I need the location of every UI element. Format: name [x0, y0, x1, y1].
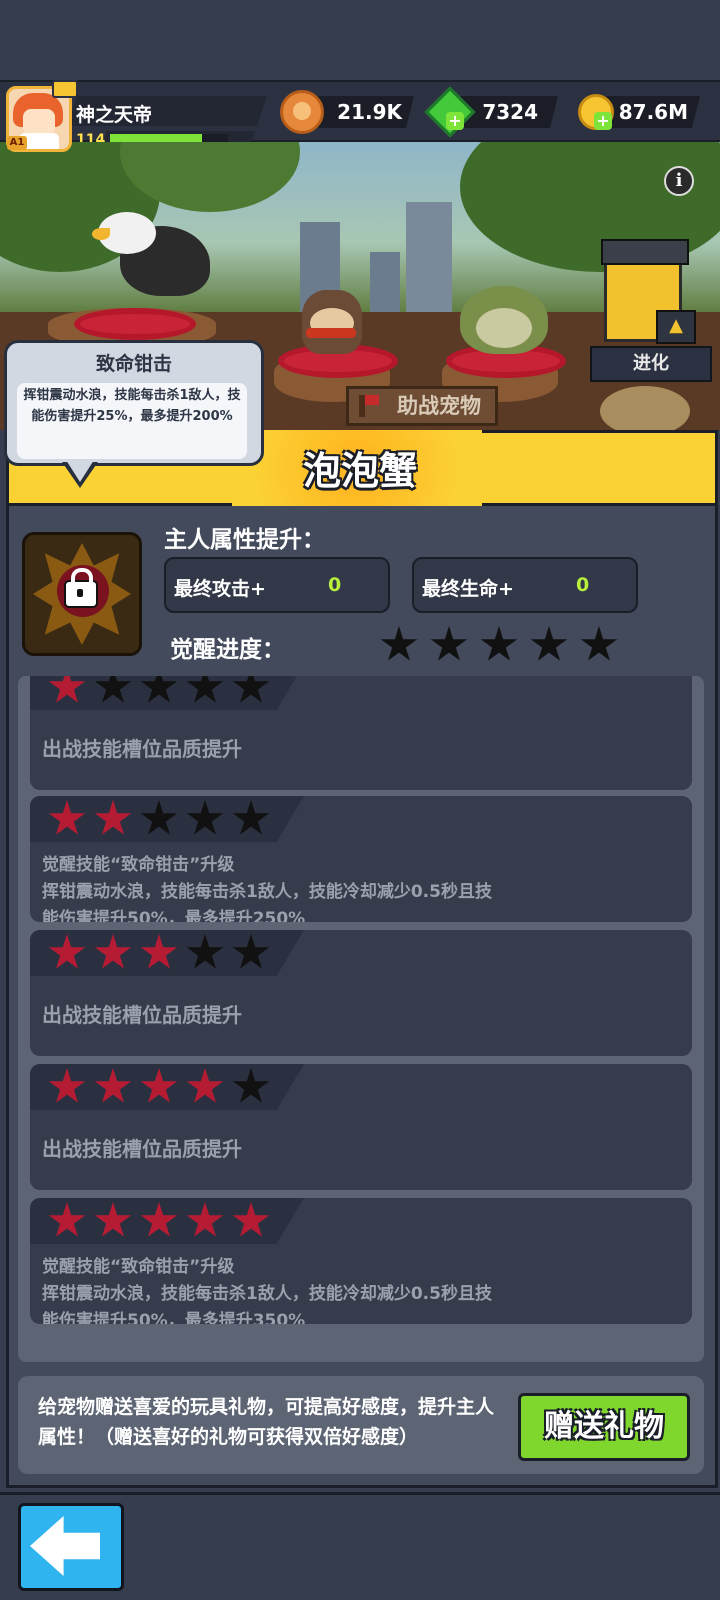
awaken-level-row: 出战技能槽位品质提升 — [30, 930, 692, 1056]
description-line: 觉醒技能“致命钳击”升级 — [42, 855, 235, 875]
eagle-pet[interactable] — [80, 206, 210, 296]
awaken-star-5 — [580, 626, 618, 661]
awaken-level-list[interactable]: 出战技能槽位品质提升 觉醒技能“致命钳击”升级 挥钳震动水浪，技能每击杀1敌人，技能… — [18, 676, 704, 1362]
description-line: 出战技能槽位品质提升 — [42, 1137, 242, 1161]
awaken-level-row: 出战技能槽位品质提升 — [30, 676, 692, 790]
description-line: 出战技能槽位品质提升 — [42, 737, 242, 761]
life-stat-value: 0 — [576, 574, 590, 596]
player-name: 神之天帝 — [76, 104, 153, 126]
description-line: 能伤害提升50%，最多提升350% — [42, 1311, 306, 1324]
awaken-star-4 — [530, 626, 568, 661]
arrow-up-icon: ▲ — [656, 310, 696, 344]
skill-tooltip: 致命钳击 挥钳震动水浪，技能每击杀1敌人，技能伤害提升25%，最多提升200% — [4, 340, 264, 466]
attack-stat-label: 最终攻击+ — [174, 578, 266, 600]
awaken-level-row: 觉醒技能“致命钳击”升级挥钳震动水浪，技能每击杀1敌人，技能冷却减少0.5秒且技… — [30, 1198, 692, 1324]
awaken-star-1 — [380, 626, 418, 661]
frog-pet[interactable] — [460, 286, 548, 354]
rank-badge: A1 — [7, 136, 27, 150]
description-line: 能伤害提升50%，最多提升250% — [42, 909, 306, 922]
gift-description: 给宠物赠送喜爱的玩具礼物，可提高好感度，提升主人属性！（赠送喜好的礼物可获得双倍… — [38, 1396, 495, 1448]
gold-value: 87.6M — [618, 100, 688, 124]
awaken-progress-label: 觉醒进度： — [170, 637, 285, 663]
evolve-button[interactable]: 进化 — [590, 346, 712, 382]
awaken-stars — [380, 626, 620, 666]
dog-pet[interactable] — [296, 270, 366, 356]
add-gems-icon[interactable]: + — [446, 112, 464, 130]
awaken-level-description: 出战技能槽位品质提升 — [42, 1136, 682, 1163]
description-line: 出战技能槽位品质提升 — [42, 1003, 242, 1027]
description-line: 觉醒技能“致命钳击”升级 — [42, 1257, 235, 1277]
description-line: 挥钳震动水浪，技能每击杀1敌人，技能冷却减少0.5秒且技 — [42, 1284, 492, 1304]
coin-icon — [280, 90, 324, 134]
awaken-star-2 — [430, 626, 468, 661]
add-gold-icon[interactable]: + — [594, 112, 612, 130]
tooltip-pointer-inner — [66, 460, 94, 482]
owner-stats-label: 主人属性提升： — [164, 527, 325, 553]
assist-pet-label: 助战宠物 — [397, 394, 481, 418]
status-area — [0, 0, 720, 80]
awaken-star-3 — [480, 626, 518, 661]
lock-icon — [64, 568, 98, 608]
gem-value: 7324 — [482, 100, 538, 124]
skill-tooltip-title: 致命钳击 — [95, 353, 172, 375]
coin-value: 21.9K — [337, 100, 402, 124]
awaken-level-description: 觉醒技能“致命钳击”升级挥钳震动水浪，技能每击杀1敌人，技能冷却减少0.5秒且技… — [42, 1254, 682, 1324]
assist-pet-sign[interactable]: 助战宠物 — [346, 386, 498, 426]
attack-stat-value: 0 — [328, 574, 342, 596]
awaken-level-description: 出战技能槽位品质提升 — [42, 1002, 682, 1029]
awaken-level-row: 出战技能槽位品质提升 — [30, 1064, 692, 1190]
awaken-level-description: 出战技能槽位品质提升 — [42, 736, 682, 763]
info-icon[interactable]: i — [664, 166, 694, 196]
crown-icon — [52, 80, 78, 98]
flag-icon — [359, 395, 379, 417]
life-stat-label: 最终生命+ — [422, 578, 514, 600]
awaken-level-row: 觉醒技能“致命钳击”升级挥钳震动水浪，技能每击杀1敌人，技能冷却减少0.5秒且技… — [30, 796, 692, 922]
awaken-level-description: 觉醒技能“致命钳击”升级挥钳震动水浪，技能每击杀1敌人，技能冷却减少0.5秒且技… — [42, 852, 682, 922]
send-gift-button[interactable]: 赠送礼物 — [518, 1393, 690, 1461]
skill-tooltip-description: 挥钳震动水浪，技能每击杀1敌人，技能伤害提升25%，最多提升200% — [17, 383, 247, 459]
description-line: 挥钳震动水浪，技能每击杀1敌人，技能冷却减少0.5秒且技 — [42, 882, 492, 902]
